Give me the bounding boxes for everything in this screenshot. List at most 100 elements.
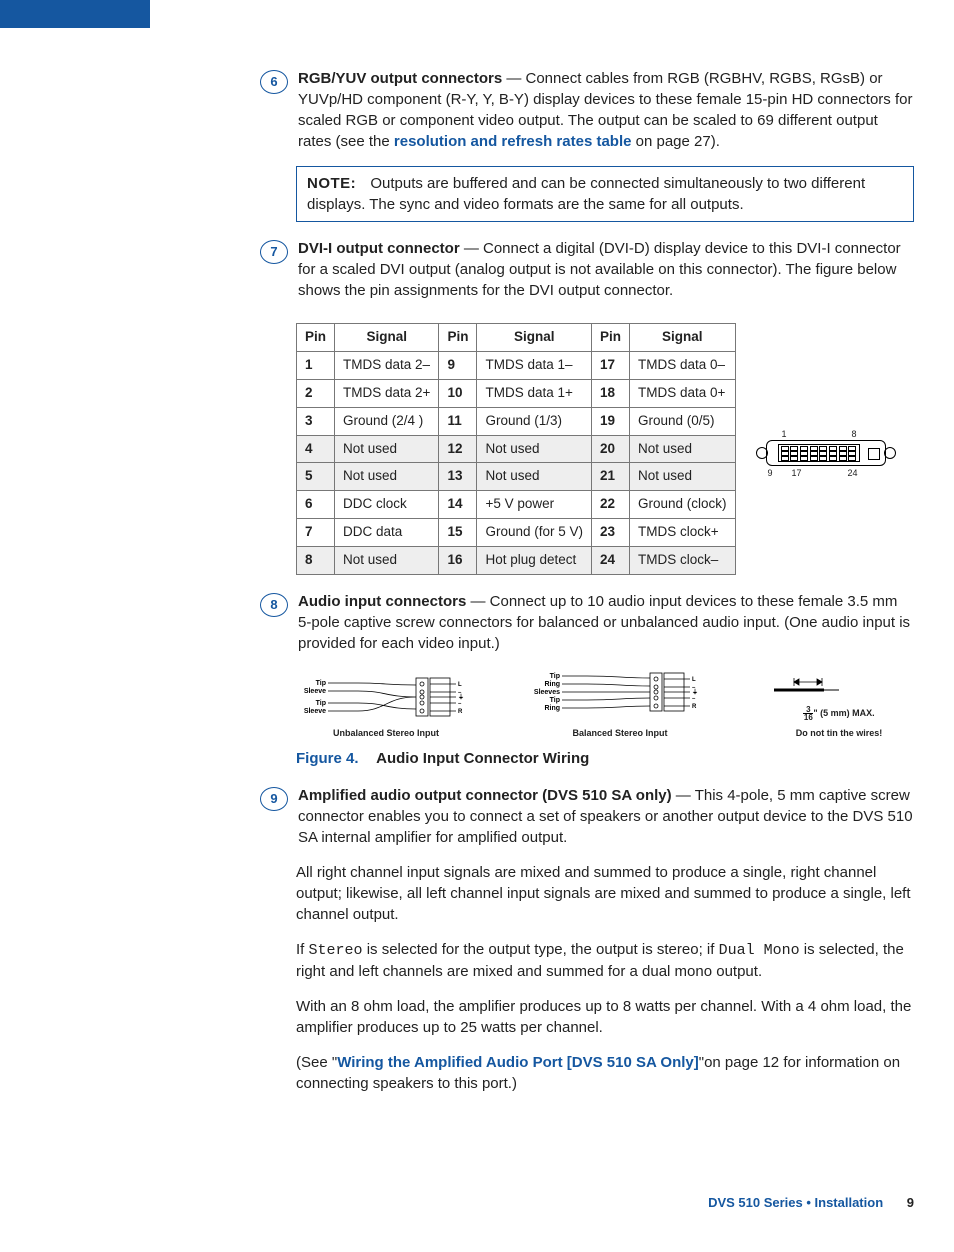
- pin-number-cell: 3: [297, 407, 335, 435]
- signal-cell: Not used: [630, 463, 736, 491]
- pin-number-cell: 16: [439, 547, 477, 575]
- wiring-audio-port-link[interactable]: Wiring the Amplified Audio Port [DVS 510…: [337, 1054, 699, 1071]
- figure-label: Figure 4.: [296, 750, 359, 767]
- note-box: NOTE: Outputs are buffered and can be co…: [296, 166, 914, 222]
- pin-number-cell: 17: [592, 351, 630, 379]
- table-header: Signal: [335, 324, 439, 352]
- wiring-diagram-icon: Tip Sleeve Tip Sleeve: [296, 673, 476, 723]
- table-header: Pin: [592, 324, 630, 352]
- figure-title: Audio Input Connector Wiring: [376, 750, 589, 767]
- signal-cell: TMDS data 2+: [335, 379, 439, 407]
- signal-cell: Ground (for 5 V): [477, 519, 592, 547]
- wire-measure-icon: [764, 672, 914, 702]
- figure-caption: Unbalanced Stereo Input: [296, 727, 476, 740]
- item-title: Amplified audio output connector (DVS 51…: [298, 787, 672, 804]
- signal-cell: Not used: [335, 547, 439, 575]
- signal-cell: Not used: [477, 463, 592, 491]
- pin-number-cell: 8: [297, 547, 335, 575]
- pin-number-cell: 7: [297, 519, 335, 547]
- footer-title: DVS 510 Series • Installation: [708, 1195, 883, 1210]
- table-header: Signal: [477, 324, 592, 352]
- bullet-number: 7: [260, 240, 288, 264]
- pin-table-row: PinSignalPinSignalPinSignal 1TMDS data 2…: [260, 315, 914, 591]
- table-header: Signal: [630, 324, 736, 352]
- pin-number-cell: 23: [592, 519, 630, 547]
- pin-number-cell: 4: [297, 435, 335, 463]
- dvi-pin-table: PinSignalPinSignalPinSignal 1TMDS data 2…: [296, 323, 736, 575]
- item-body: DVI-I output connector — Connect a digit…: [298, 238, 914, 301]
- item-body: Amplified audio output connector (DVS 51…: [298, 785, 914, 848]
- list-item-9: 9 Amplified audio output connector (DVS …: [260, 785, 914, 848]
- svg-text:Ring: Ring: [544, 681, 560, 688]
- svg-text:Tip: Tip: [550, 673, 560, 680]
- bullet-number: 9: [260, 787, 288, 811]
- pin-number-cell: 18: [592, 379, 630, 407]
- table-row: 3Ground (2/4 )11Ground (1/3)19Ground (0/…: [297, 407, 736, 435]
- wire-label: Sleeve: [304, 708, 326, 715]
- pin-number-cell: 9: [439, 351, 477, 379]
- dvi-pin-label: 24: [848, 467, 858, 480]
- signal-cell: TMDS data 0–: [630, 351, 736, 379]
- figure-caption: Do not tin the wires!: [764, 727, 914, 740]
- header-color-bar: [0, 0, 150, 28]
- figure-4-caption: Figure 4. Audio Input Connector Wiring: [296, 748, 914, 769]
- wire-label: Tip: [316, 700, 326, 707]
- pin-number-cell: 24: [592, 547, 630, 575]
- item-title: DVI-I output connector: [298, 240, 460, 257]
- signal-cell: TMDS data 2–: [335, 351, 439, 379]
- svg-text:–: –: [458, 701, 462, 707]
- signal-cell: DDC data: [335, 519, 439, 547]
- svg-text:Ring: Ring: [544, 705, 560, 712]
- resolution-table-link[interactable]: resolution and refresh rates table: [394, 133, 632, 150]
- svg-text:R: R: [692, 704, 697, 710]
- pin-number-cell: 5: [297, 463, 335, 491]
- svg-text:L: L: [458, 682, 462, 688]
- table-row: 7DDC data15Ground (for 5 V)23TMDS clock+: [297, 519, 736, 547]
- audio-wiring-figures: Tip Sleeve Tip Sleeve: [296, 668, 914, 740]
- paragraph: If Stereo is selected for the output typ…: [296, 939, 914, 982]
- dvi-pin-label: 17: [792, 467, 802, 480]
- table-header: Pin: [439, 324, 477, 352]
- signal-cell: Not used: [477, 435, 592, 463]
- svg-text:⏚: ⏚: [458, 694, 464, 701]
- pin-number-cell: 13: [439, 463, 477, 491]
- pin-number-cell: 15: [439, 519, 477, 547]
- dvi-connector-diagram: 1 8 9 17 24: [756, 436, 896, 470]
- page-number: 9: [907, 1195, 914, 1210]
- dvi-pin-label: 9: [768, 467, 773, 480]
- screw-icon: [884, 447, 896, 459]
- pin-number-cell: 6: [297, 491, 335, 519]
- table-row: 2TMDS data 2+10TMDS data 1+18TMDS data 0…: [297, 379, 736, 407]
- signal-cell: Ground (2/4 ): [335, 407, 439, 435]
- mono-text: Dual Mono: [719, 942, 800, 959]
- signal-cell: Ground (1/3): [477, 407, 592, 435]
- signal-cell: +5 V power: [477, 491, 592, 519]
- signal-cell: Hot plug detect: [477, 547, 592, 575]
- wire-label: Tip: [316, 680, 326, 687]
- unbalanced-stereo-diagram: Tip Sleeve Tip Sleeve: [296, 673, 476, 740]
- svg-text:R: R: [458, 709, 463, 715]
- pin-number-cell: 10: [439, 379, 477, 407]
- item-title: Audio input connectors: [298, 593, 466, 610]
- item-text-after: on page 27).: [631, 133, 719, 150]
- dvi-pin-label: 1: [782, 428, 787, 441]
- table-row: 1TMDS data 2–9TMDS data 1–17TMDS data 0–: [297, 351, 736, 379]
- pin-number-cell: 21: [592, 463, 630, 491]
- mono-text: Stereo: [309, 942, 363, 959]
- signal-cell: Not used: [335, 463, 439, 491]
- note-label: NOTE:: [307, 175, 356, 192]
- signal-cell: Not used: [335, 435, 439, 463]
- table-row: 5Not used13Not used21Not used: [297, 463, 736, 491]
- pin-number-cell: 20: [592, 435, 630, 463]
- balanced-stereo-diagram: TipRingSleevesTipRing L–⏚–R: [525, 668, 715, 740]
- pin-number-cell: 19: [592, 407, 630, 435]
- svg-text:Sleeves: Sleeves: [534, 689, 560, 696]
- table-header: Pin: [297, 324, 335, 352]
- signal-cell: TMDS clock–: [630, 547, 736, 575]
- svg-text:L: L: [692, 677, 696, 683]
- pin-number-cell: 12: [439, 435, 477, 463]
- pin-grid: [778, 444, 860, 462]
- pin-number-cell: 14: [439, 491, 477, 519]
- page-container: 6 RGB/YUV output connectors — Connect ca…: [0, 68, 954, 1252]
- wire-label: Sleeve: [304, 688, 326, 695]
